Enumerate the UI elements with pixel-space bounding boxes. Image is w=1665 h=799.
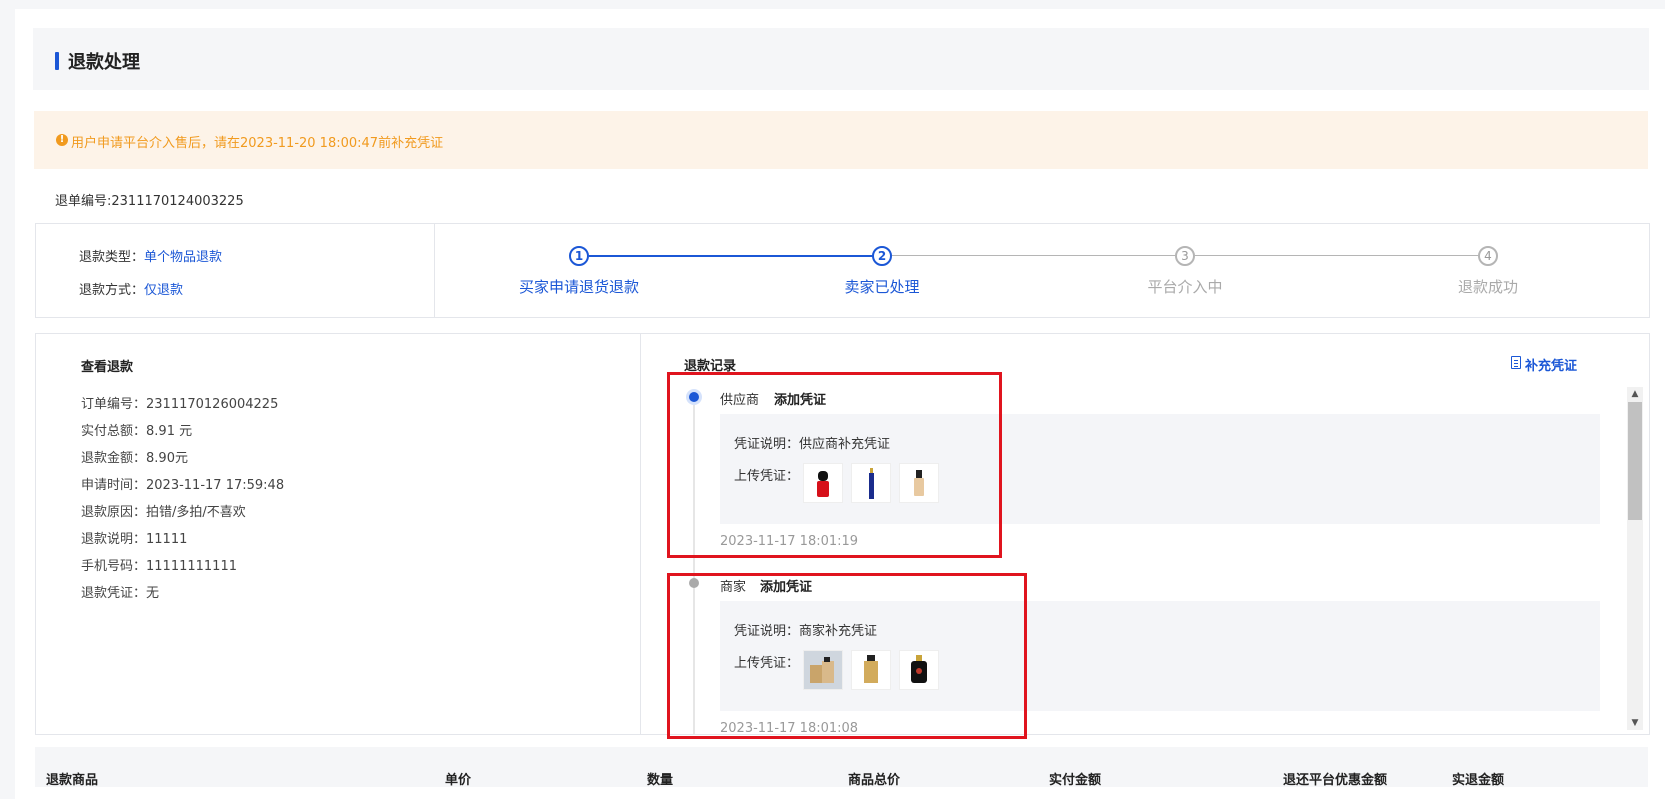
step-4-circle: 4 (1478, 246, 1498, 266)
scroll-up-icon[interactable]: ▲ (1627, 387, 1643, 401)
refund-goods-table-header (35, 747, 1648, 787)
refund-detail-panel: 查看退款 订单编号：2311170126004225 实付总额：8.91 元 退… (35, 333, 642, 735)
detail-row-proof: 退款凭证：无 (81, 586, 160, 601)
add-proof-button[interactable]: 补充凭证 (1525, 355, 1577, 374)
th-refund-goods: 退款商品 (46, 773, 99, 788)
detail-row-reason: 退款原因：拍错/多拍/不喜欢 (81, 505, 246, 520)
document-icon[interactable] (1511, 356, 1521, 369)
th-quantity: 数量 (647, 773, 674, 788)
scrollbar-thumb[interactable] (1628, 402, 1642, 520)
refund-method-label: 退款方式： (79, 283, 145, 298)
page-header (33, 28, 1649, 90)
notice-text: 用户申请平台介入售后，请在2023-11-20 18:00:47前补充凭证 (71, 136, 444, 151)
detail-row-refund-amount: 退款金额：8.90元 (81, 451, 188, 466)
scroll-down-icon[interactable]: ▼ (1627, 716, 1643, 730)
highlight-box-2 (667, 573, 1027, 739)
th-actual-refund: 实退金额 (1452, 773, 1505, 788)
refund-method-value: 仅退款 (144, 283, 184, 298)
detail-row-apply-time: 申请时间：2023-11-17 17:59:48 (81, 478, 285, 493)
th-goods-total: 商品总价 (848, 773, 901, 788)
page-title: 退款处理 (68, 52, 140, 73)
progress-steps: 1 2 3 4 买家申请退货退款 卖家已处理 平台介入中 退款成功 (434, 223, 1650, 318)
step-3-circle: 3 (1175, 246, 1195, 266)
step-1-circle: 1 (569, 246, 589, 266)
step-connector-3 (1195, 255, 1478, 256)
step-4-label: 退款成功 (1457, 278, 1518, 296)
step-2-circle: 2 (872, 246, 892, 266)
step-2-label: 卖家已处理 (844, 278, 920, 296)
th-platform-discount-return: 退还平台优惠金额 (1283, 773, 1388, 788)
step-1-label: 买家申请退货退款 (518, 278, 639, 296)
info-icon: ! (56, 134, 68, 146)
refund-type-label: 退款类型： (79, 250, 145, 265)
th-paid-amount: 实付金额 (1049, 773, 1102, 788)
refund-type-value: 单个物品退款 (144, 250, 223, 265)
step-connector-1 (589, 255, 873, 257)
detail-row-phone: 手机号码：11111111111 (81, 559, 237, 574)
detail-row-order-no: 订单编号：2311170126004225 (81, 397, 279, 412)
refund-number: 退单编号:2311170124003225 (55, 194, 244, 209)
step-3-label: 平台介入中 (1147, 278, 1223, 296)
detail-title: 查看退款 (81, 360, 134, 375)
highlight-box-1 (667, 372, 1002, 558)
step-connector-2 (892, 255, 1175, 256)
header-accent-bar (55, 52, 59, 70)
th-unit-price: 单价 (445, 773, 472, 788)
detail-row-paid-total: 实付总额：8.91 元 (81, 424, 193, 439)
refund-type-panel: 退款类型：单个物品退款 退款方式：仅退款 (35, 223, 436, 318)
detail-row-description: 退款说明：11111 (81, 532, 188, 547)
